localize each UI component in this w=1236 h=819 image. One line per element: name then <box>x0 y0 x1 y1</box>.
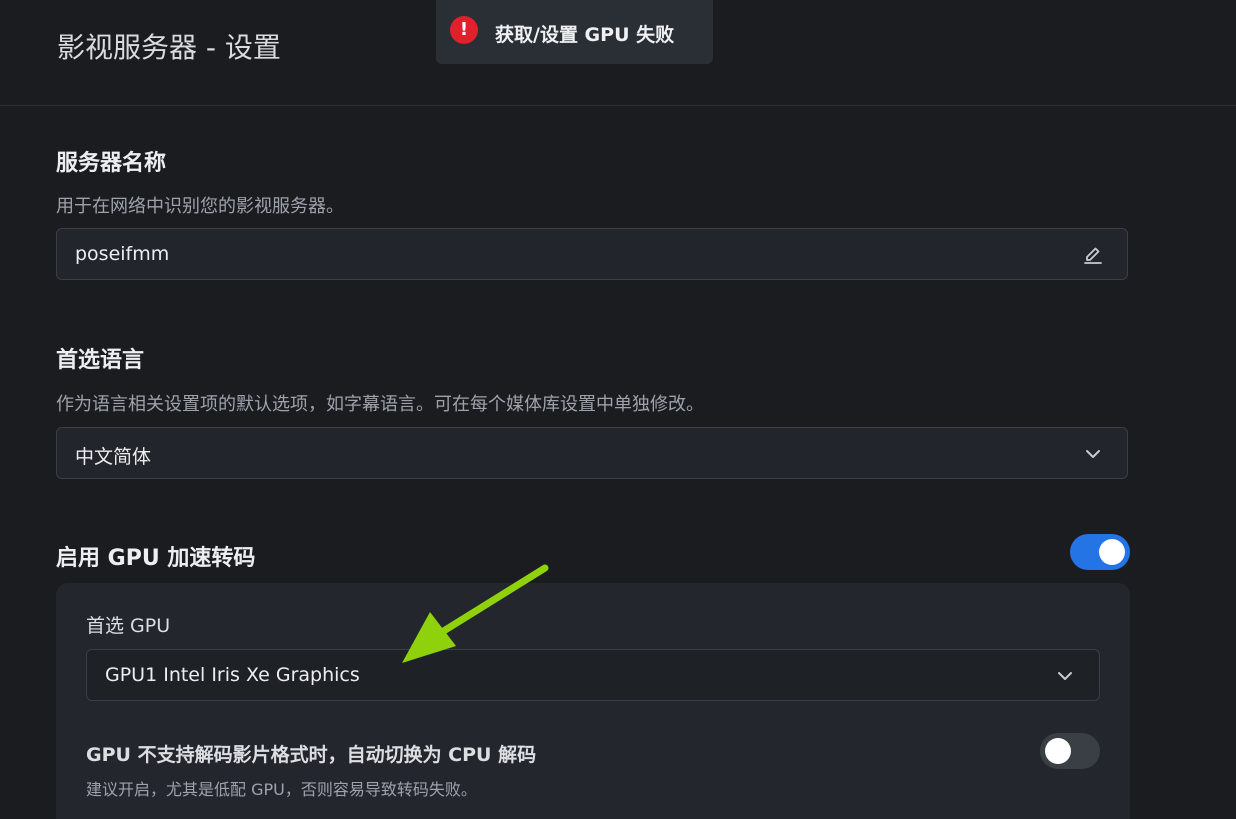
cpu-fallback-title: GPU 不支持解码影片格式时，自动切换为 CPU 解码 <box>86 744 537 766</box>
language-value: 中文简体 <box>75 446 152 468</box>
server-name-title: 服务器名称 <box>56 151 167 176</box>
preferred-gpu-select[interactable]: GPU1 Intel Iris Xe Graphics <box>86 649 1100 701</box>
preferred-gpu-value: GPU1 Intel Iris Xe Graphics <box>105 664 360 686</box>
chevron-down-icon <box>1086 450 1100 458</box>
language-title: 首选语言 <box>56 348 145 373</box>
toast-message: 获取/设置 GPU 失败 <box>495 24 675 46</box>
chevron-down-icon <box>1058 672 1072 680</box>
gpu-title: 启用 GPU 加速转码 <box>56 546 256 571</box>
preferred-gpu-label: 首选 GPU <box>86 615 171 637</box>
server-name-value: poseifmm <box>75 243 170 265</box>
language-select[interactable]: 中文简体 <box>56 427 1128 479</box>
gpu-toggle[interactable] <box>1070 534 1130 570</box>
page-title: 影视服务器 - 设置 <box>57 31 281 64</box>
toggle-knob <box>1045 738 1071 764</box>
gpu-settings-panel: 首选 GPU GPU1 Intel Iris Xe Graphics GPU 不… <box>56 583 1130 819</box>
server-name-description: 用于在网络中识别您的影视服务器。 <box>56 196 344 217</box>
server-name-input[interactable]: poseifmm <box>56 228 1128 280</box>
cpu-fallback-description: 建议开启，尤其是低配 GPU，否则容易导致转码失败。 <box>86 780 477 799</box>
error-toast: ! 获取/设置 GPU 失败 <box>436 0 713 64</box>
edit-icon[interactable] <box>1081 243 1105 267</box>
settings-page: 影视服务器 - 设置 ! 获取/设置 GPU 失败 服务器名称 用于在网络中识别… <box>0 0 1236 819</box>
cpu-fallback-toggle[interactable] <box>1040 733 1100 769</box>
language-description: 作为语言相关设置项的默认选项，如字幕语言。可在每个媒体库设置中单独修改。 <box>56 394 704 415</box>
toggle-knob <box>1099 539 1125 565</box>
error-icon: ! <box>450 16 478 44</box>
